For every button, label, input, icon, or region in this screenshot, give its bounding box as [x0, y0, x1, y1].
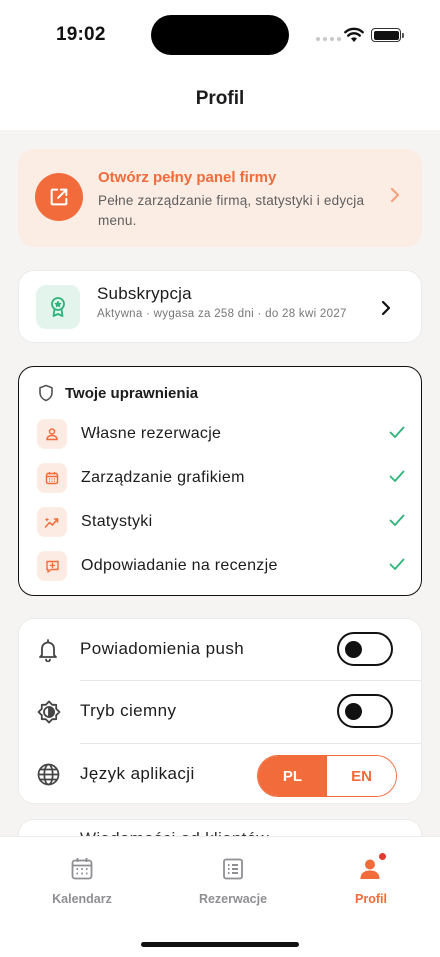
tab-label: Rezerwacje	[198, 892, 268, 906]
permission-label: Statystyki	[81, 513, 153, 530]
promo-description: Pełne zarządzanie firmą, statystyki i ed…	[98, 193, 365, 228]
promo-title: Otwórz pełny panel firmy	[98, 169, 277, 186]
permission-label: Odpowiadanie na recenzje	[81, 557, 278, 574]
app-language-label: Język aplikacji	[80, 764, 195, 783]
battery-icon	[371, 28, 404, 42]
tab-label: Profil	[355, 892, 387, 906]
permission-item: Odpowiadanie na recenzje	[37, 551, 405, 583]
dark-mode-label: Tryb ciemny	[80, 701, 177, 720]
permissions-card: Twoje uprawnienia Własne rezerwacje Zarz…	[18, 366, 422, 596]
permissions-header: Twoje uprawnienia	[38, 384, 198, 402]
navigation-bar: Profil	[0, 70, 440, 130]
chart-icon	[37, 507, 67, 537]
check-icon	[389, 558, 405, 570]
language-option-pl[interactable]: PL	[258, 756, 327, 796]
permission-label: Zarządzanie grafikiem	[81, 469, 245, 486]
review-icon	[37, 551, 67, 581]
push-notifications-label: Powiadomienia push	[80, 639, 245, 658]
globe-icon	[37, 763, 60, 786]
chevron-right-icon	[390, 187, 400, 203]
check-icon	[389, 426, 405, 438]
check-icon	[389, 470, 405, 482]
subscription-card[interactable]: Subskrypcja Aktywna · wygasa za 258 dni …	[18, 270, 422, 343]
chevron-right-icon	[381, 300, 391, 316]
bell-icon	[39, 639, 57, 662]
open-business-panel-card[interactable]: Otwórz pełny panel firmy Pełne zarządzan…	[18, 149, 422, 247]
status-time: 19:02	[56, 24, 106, 45]
shield-icon	[39, 384, 53, 402]
page-title: Profil	[195, 88, 245, 109]
push-notifications-toggle[interactable]	[337, 632, 393, 666]
calendar-icon	[68, 855, 96, 883]
tab-reservations[interactable]: Rezerwacje	[173, 855, 293, 906]
dynamic-island	[151, 15, 289, 55]
tab-label: Kalendarz	[52, 892, 112, 906]
app-language-row: Język aplikacji PL EN	[19, 744, 423, 806]
cellular-signal-icon	[316, 37, 341, 41]
push-notifications-row[interactable]: Powiadomienia push	[19, 619, 423, 681]
wifi-icon	[344, 27, 364, 42]
notification-badge	[378, 852, 387, 861]
external-link-icon	[35, 173, 83, 221]
dark-mode-toggle[interactable]	[337, 694, 393, 728]
list-icon	[219, 855, 247, 883]
permission-item: Statystyki	[37, 507, 405, 539]
language-option-en[interactable]: EN	[327, 756, 396, 796]
tab-calendar[interactable]: Kalendarz	[22, 855, 142, 906]
check-icon	[389, 514, 405, 526]
award-badge-icon	[36, 285, 80, 329]
settings-card: Powiadomienia push Tryb ciemny Język apl…	[18, 618, 422, 804]
calendar-icon	[37, 463, 67, 493]
permission-item: Własne rezerwacje	[37, 419, 405, 451]
permission-item: Zarządzanie grafikiem	[37, 463, 405, 495]
permissions-title: Twoje uprawnienia	[65, 384, 199, 402]
permission-label: Własne rezerwacje	[81, 425, 222, 442]
dark-mode-row[interactable]: Tryb ciemny	[19, 681, 423, 743]
language-segmented-control[interactable]: PL EN	[257, 755, 397, 797]
profile-icon	[357, 852, 387, 883]
home-indicator	[141, 942, 299, 947]
subscription-title: Subskrypcja	[97, 284, 192, 303]
status-bar: 19:02	[0, 0, 440, 70]
brightness-icon	[37, 700, 61, 724]
tab-bar: Kalendarz Rezerwacje Profil	[0, 836, 440, 957]
person-icon	[37, 419, 67, 449]
tab-profile[interactable]: Profil	[311, 852, 431, 906]
subscription-detail: Aktywna · wygasa za 258 dni · do 28 kwi …	[97, 308, 347, 320]
